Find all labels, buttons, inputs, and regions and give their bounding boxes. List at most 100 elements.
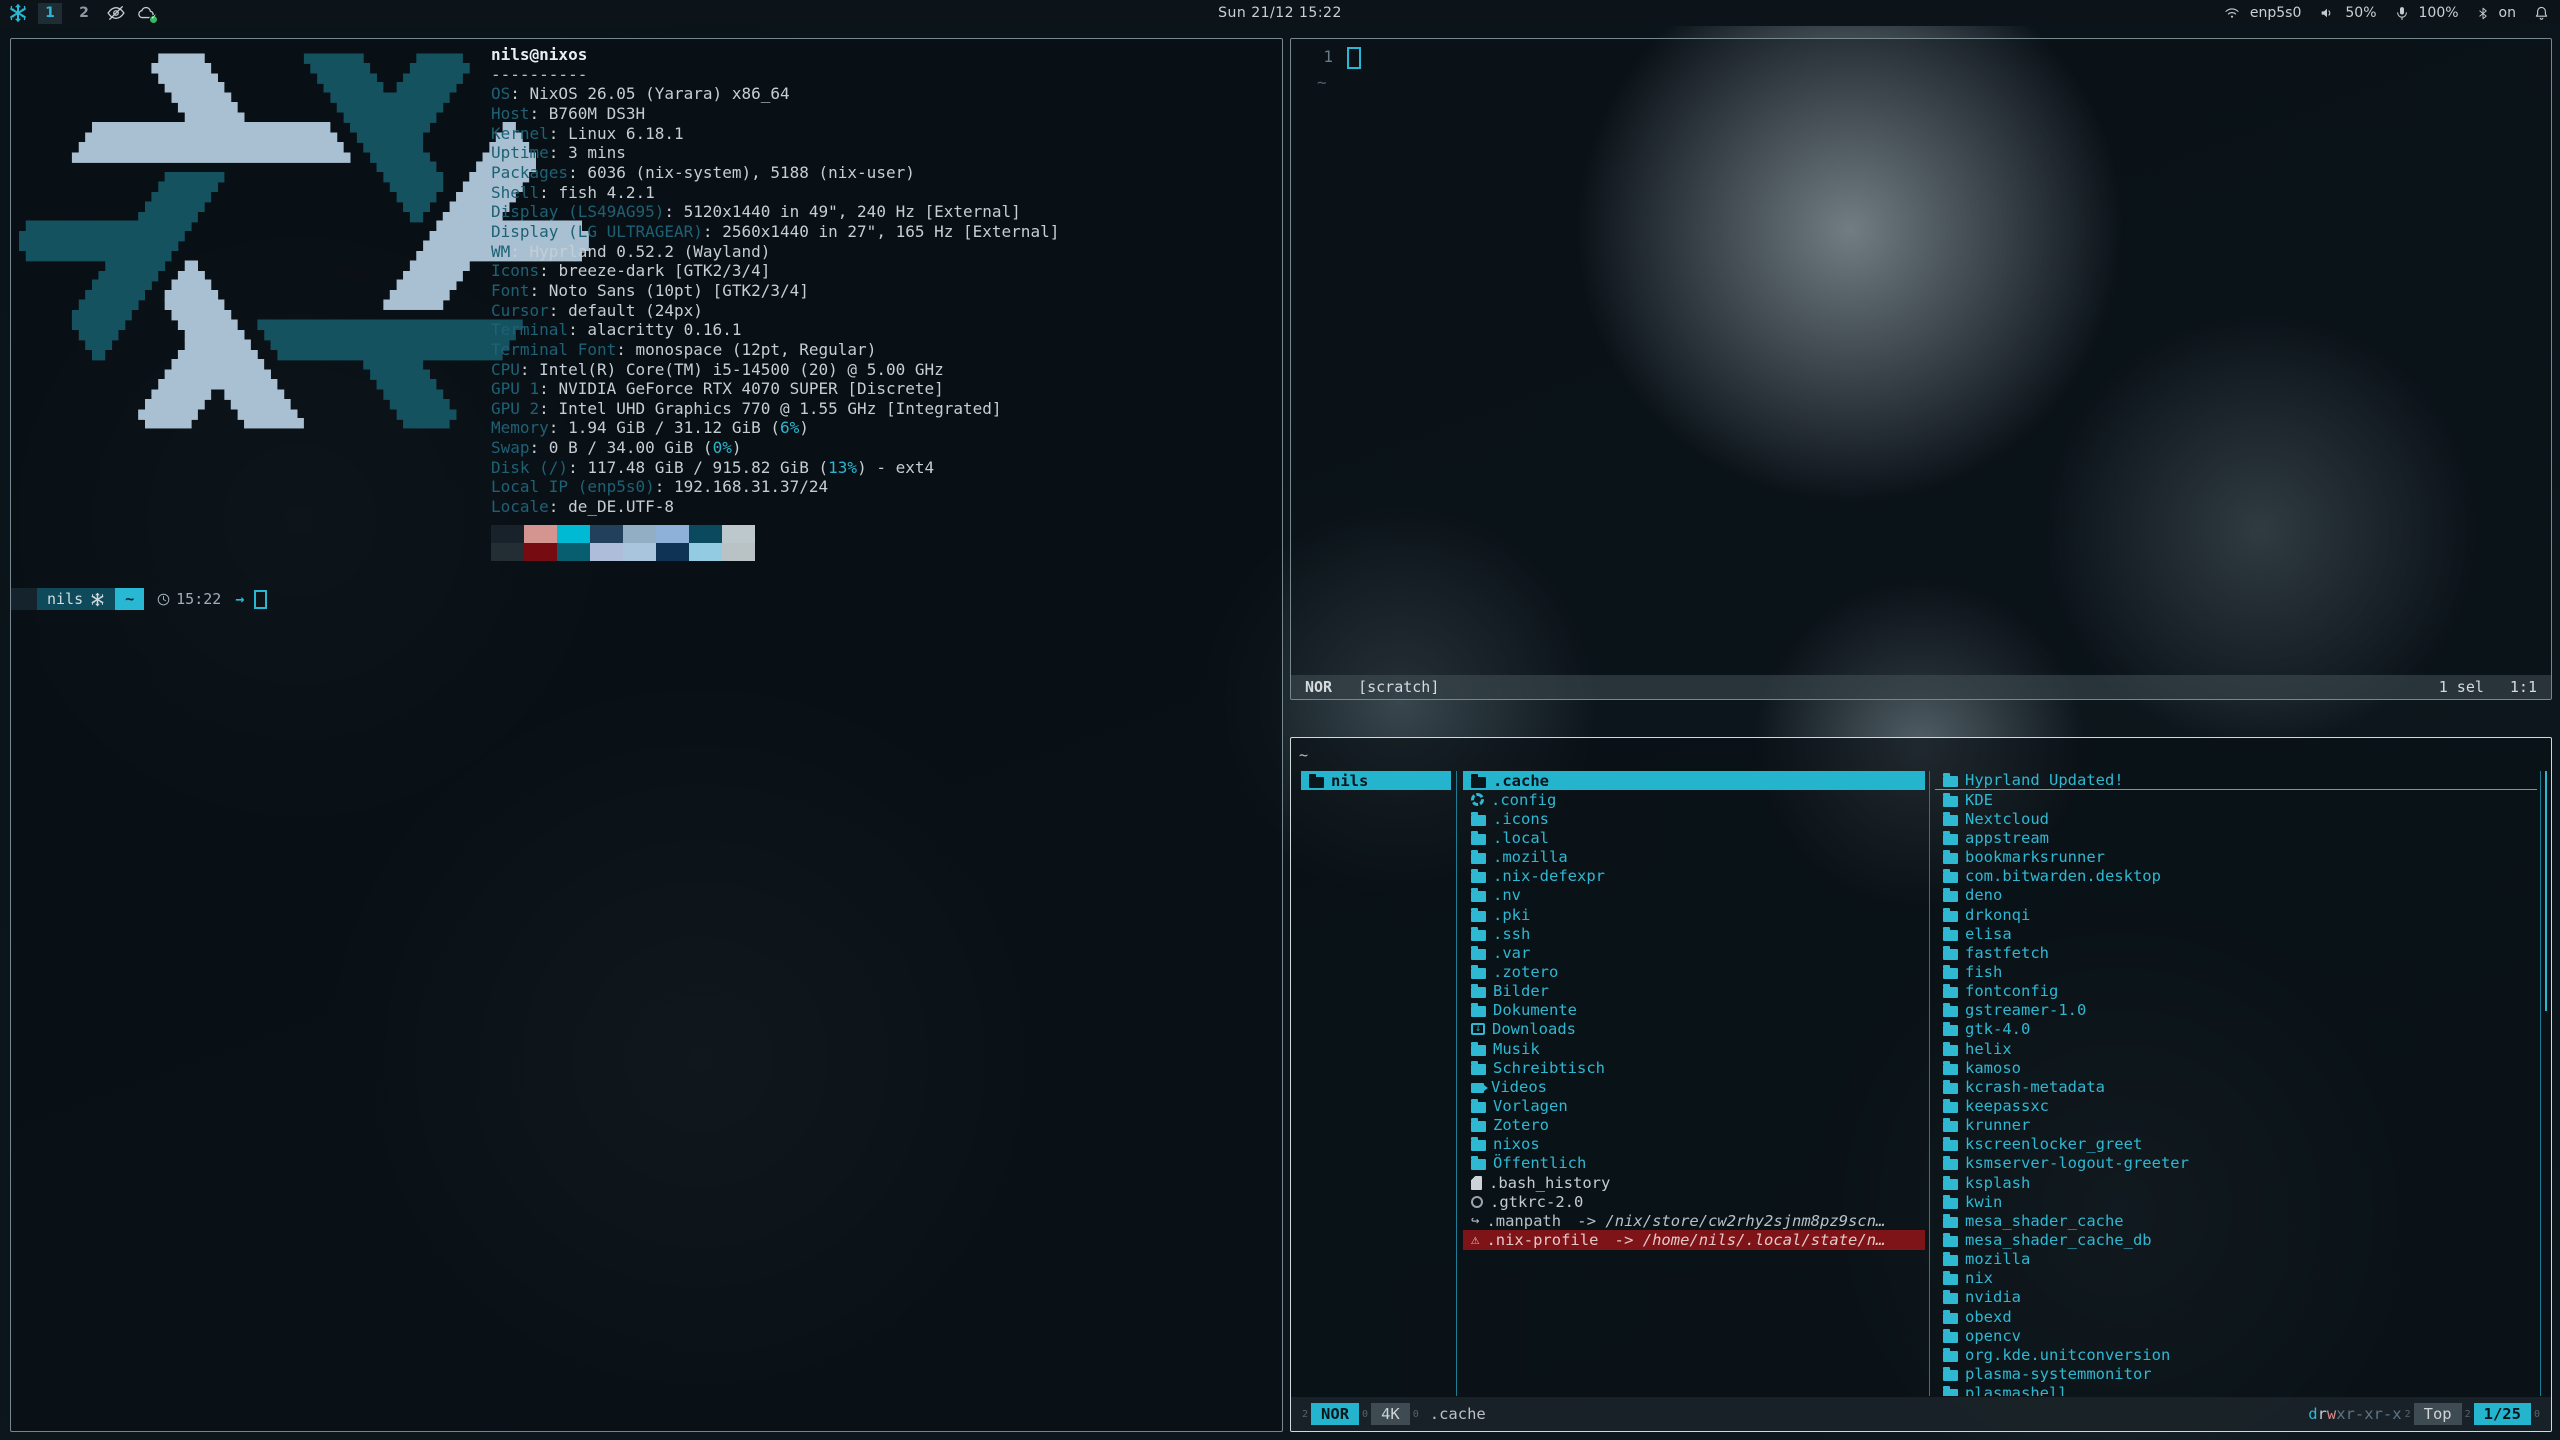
file-row[interactable]: mesa_shader_cache_db [1935, 1230, 2537, 1249]
file-row[interactable]: Musik [1463, 1039, 1925, 1058]
fastfetch-label: OS [491, 84, 510, 103]
volume-icon[interactable] [2318, 5, 2336, 21]
file-name: Zotero [1493, 1116, 1549, 1134]
palette-row [491, 525, 755, 543]
separator-glyph: 2 [2405, 1409, 2411, 1420]
mic-level: 100% [2419, 5, 2459, 21]
file-row[interactable]: Dokumente [1463, 1001, 1925, 1020]
file-row[interactable]: ↪.manpath -> /nix/store/cw2rhy2sjnm8pz9s… [1463, 1211, 1925, 1230]
file-row[interactable]: ⚠.nix-profile -> /home/nils/.local/state… [1463, 1230, 1925, 1249]
file-row[interactable]: Hyprland Updated! [1935, 771, 2537, 790]
file-name: opencv [1965, 1327, 2021, 1345]
workspace-2[interactable]: 2 [72, 3, 96, 24]
separator-glyph: 0 [1362, 1409, 1368, 1420]
file-row[interactable]: .config [1463, 790, 1925, 809]
workspace-1[interactable]: 1 [38, 3, 62, 24]
file-row[interactable]: helix [1935, 1039, 2537, 1058]
file-row[interactable]: keepassxc [1935, 1096, 2537, 1115]
bluetooth-icon[interactable] [2476, 5, 2490, 22]
file-row[interactable]: mozilla [1935, 1250, 2537, 1269]
file-row[interactable]: ksplash [1935, 1173, 2537, 1192]
file-row[interactable]: .nv [1463, 886, 1925, 905]
file-row[interactable]: gstreamer-1.0 [1935, 1001, 2537, 1020]
microphone-icon[interactable] [2394, 5, 2410, 22]
file-row[interactable]: fontconfig [1935, 982, 2537, 1001]
file-row[interactable]: deno [1935, 886, 2537, 905]
fastfetch-entry: Terminal: alacritty 0.16.1 [491, 320, 1059, 340]
file-name: gtk-4.0 [1965, 1020, 2030, 1038]
download-icon: ↓ [1471, 1023, 1485, 1035]
file-row[interactable]: kcrash-metadata [1935, 1077, 2537, 1096]
file-row[interactable]: Nextcloud [1935, 809, 2537, 828]
file-row[interactable]: nixos [1463, 1135, 1925, 1154]
folder-icon [1943, 776, 1958, 787]
file-row[interactable]: opencv [1935, 1326, 2537, 1345]
fastfetch-entry: Uptime: 3 mins [491, 143, 1059, 163]
scrollbar[interactable] [2545, 771, 2547, 1011]
file-row[interactable]: appstream [1935, 828, 2537, 847]
file-row[interactable]: .mozilla [1463, 848, 1925, 867]
file-row[interactable]: ↓Downloads [1463, 1020, 1925, 1039]
file-row[interactable]: Zotero [1463, 1116, 1925, 1135]
file-row[interactable]: obexd [1935, 1307, 2537, 1326]
file-row[interactable]: Vorlagen [1463, 1096, 1925, 1115]
editor-window[interactable]: 1 ~ NOR [scratch] 1 sel 1:1 [1290, 38, 2552, 700]
file-row[interactable]: ksmserver-logout-greeter [1935, 1154, 2537, 1173]
file-row[interactable]: .icons [1463, 809, 1925, 828]
file-manager-window[interactable]: ~ nils .cache.config.icons.local.mozilla… [1290, 737, 2552, 1432]
file-row[interactable]: krunner [1935, 1116, 2537, 1135]
file-row[interactable]: nvidia [1935, 1288, 2537, 1307]
color-swatch [491, 525, 524, 543]
file-row[interactable]: kwin [1935, 1192, 2537, 1211]
file-row[interactable]: Schreibtisch [1463, 1058, 1925, 1077]
file-row[interactable]: fastfetch [1935, 943, 2537, 962]
file-row[interactable]: kamoso [1935, 1058, 2537, 1077]
network-wifi-icon[interactable] [2223, 5, 2241, 21]
file-row[interactable]: .zotero [1463, 962, 1925, 981]
file-row[interactable]: com.bitwarden.desktop [1935, 867, 2537, 886]
file-row[interactable]: .local [1463, 828, 1925, 847]
folder-icon [1943, 1006, 1958, 1017]
file-row[interactable]: kscreenlocker_greet [1935, 1135, 2537, 1154]
file-row[interactable]: .cache [1463, 771, 1925, 790]
nixos-logo-icon[interactable] [8, 3, 28, 23]
file-row[interactable]: plasma-systemmonitor [1935, 1364, 2537, 1383]
file-row[interactable]: org.kde.unitconversion [1935, 1345, 2537, 1364]
color-swatch [524, 525, 557, 543]
folder-icon [1943, 1064, 1958, 1075]
file-row[interactable]: plasmashell [1935, 1384, 2537, 1397]
empty-line-tilde: ~ [1317, 73, 1327, 92]
hovered-file-name: .cache [1430, 1405, 1486, 1423]
file-name: fontconfig [1965, 982, 2058, 1000]
idle-inhibit-eye-icon[interactable] [106, 3, 126, 23]
nextcloud-sync-icon[interactable] [136, 3, 156, 23]
clock[interactable]: Sun 21/12 15:22 [1218, 5, 1342, 21]
notification-bell-icon[interactable] [2533, 5, 2550, 22]
file-row[interactable]: elisa [1935, 924, 2537, 943]
file-row[interactable]: .pki [1463, 905, 1925, 924]
file-row[interactable]: fish [1935, 962, 2537, 981]
file-row[interactable]: nils [1301, 771, 1451, 790]
file-row[interactable]: Bilder [1463, 982, 1925, 1001]
file-row[interactable]: KDE [1935, 790, 2537, 809]
file-row[interactable]: mesa_shader_cache [1935, 1211, 2537, 1230]
file-name: Videos [1491, 1078, 1547, 1096]
file-row[interactable]: .ssh [1463, 924, 1925, 943]
terminal-window[interactable]: ▗▄▄▄ ▗▄▄▄▄ ▄▄▄▖ ▜███▙ ▜███▙ ▟███▛ ▜███▙ … [10, 38, 1283, 1432]
file-row[interactable]: bookmarksrunner [1935, 848, 2537, 867]
color-swatch [722, 543, 755, 561]
file-row[interactable]: gtk-4.0 [1935, 1020, 2537, 1039]
color-swatch [557, 543, 590, 561]
file-row[interactable]: .var [1463, 943, 1925, 962]
file-name: mesa_shader_cache [1965, 1212, 2124, 1230]
fastfetch-label: Local IP (enp5s0) [491, 477, 655, 496]
prompt-cwd-segment: ~ [115, 588, 144, 610]
file-row[interactable]: drkonqi [1935, 905, 2537, 924]
file-row[interactable]: nix [1935, 1269, 2537, 1288]
file-row[interactable]: .nix-defexpr [1463, 867, 1925, 886]
file-row[interactable]: .bash_history [1463, 1173, 1925, 1192]
color-swatch [623, 543, 656, 561]
file-row[interactable]: Videos [1463, 1077, 1925, 1096]
file-row[interactable]: Öffentlich [1463, 1154, 1925, 1173]
file-row[interactable]: .gtkrc-2.0 [1463, 1192, 1925, 1211]
